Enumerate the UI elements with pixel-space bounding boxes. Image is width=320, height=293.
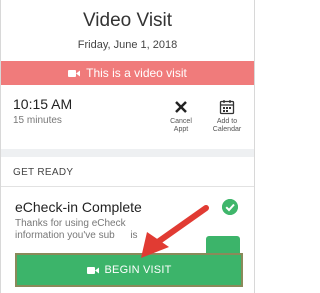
echeckin-title: eCheck-in Complete xyxy=(15,199,142,215)
section-divider xyxy=(1,149,254,157)
echeckin-desc-line3: is xyxy=(130,230,138,241)
video-visit-screen: Video Visit Friday, June 1, 2018 This is… xyxy=(0,0,255,293)
calendar-label-line2: Calendar xyxy=(212,126,242,133)
divider-line xyxy=(1,186,254,187)
begin-visit-label: BEGIN VISIT xyxy=(104,264,172,276)
visit-date: Friday, June 1, 2018 xyxy=(77,39,178,51)
banner-text: This is a video visit xyxy=(86,66,187,80)
echeckin-desc-line2: information you've sub xyxy=(15,230,115,241)
section-label-get-ready: GET READY xyxy=(13,167,74,178)
video-camera-icon xyxy=(86,266,99,274)
begin-visit-highlight: BEGIN VISIT xyxy=(15,253,243,287)
cancel-label-line2: Appt xyxy=(173,126,189,133)
echeckin-description: Thanks for using eCheck information you'… xyxy=(15,218,215,242)
calendar-label-line1: Add to xyxy=(216,118,238,125)
cancel-appt-button[interactable]: Cancel Appt xyxy=(159,98,203,134)
calendar-icon xyxy=(219,100,235,115)
appointment-time: 10:15 AM xyxy=(13,96,73,112)
video-visit-banner: This is a video visit xyxy=(1,61,254,85)
appointment-duration: 15 minutes xyxy=(13,115,62,126)
echeckin-desc-line1: Thanks for using eCheck xyxy=(15,218,126,229)
checkmark-icon xyxy=(222,199,238,215)
cancel-label-line1: Cancel xyxy=(170,118,192,125)
begin-visit-button[interactable]: BEGIN VISIT xyxy=(17,255,241,285)
video-camera-icon xyxy=(68,69,81,77)
add-to-calendar-button[interactable]: Add to Calendar xyxy=(205,98,249,134)
appointment-card: 10:15 AM 15 minutes Cancel Appt Add to C… xyxy=(1,88,254,148)
page-title: Video Visit xyxy=(82,10,173,31)
close-icon xyxy=(175,101,187,113)
